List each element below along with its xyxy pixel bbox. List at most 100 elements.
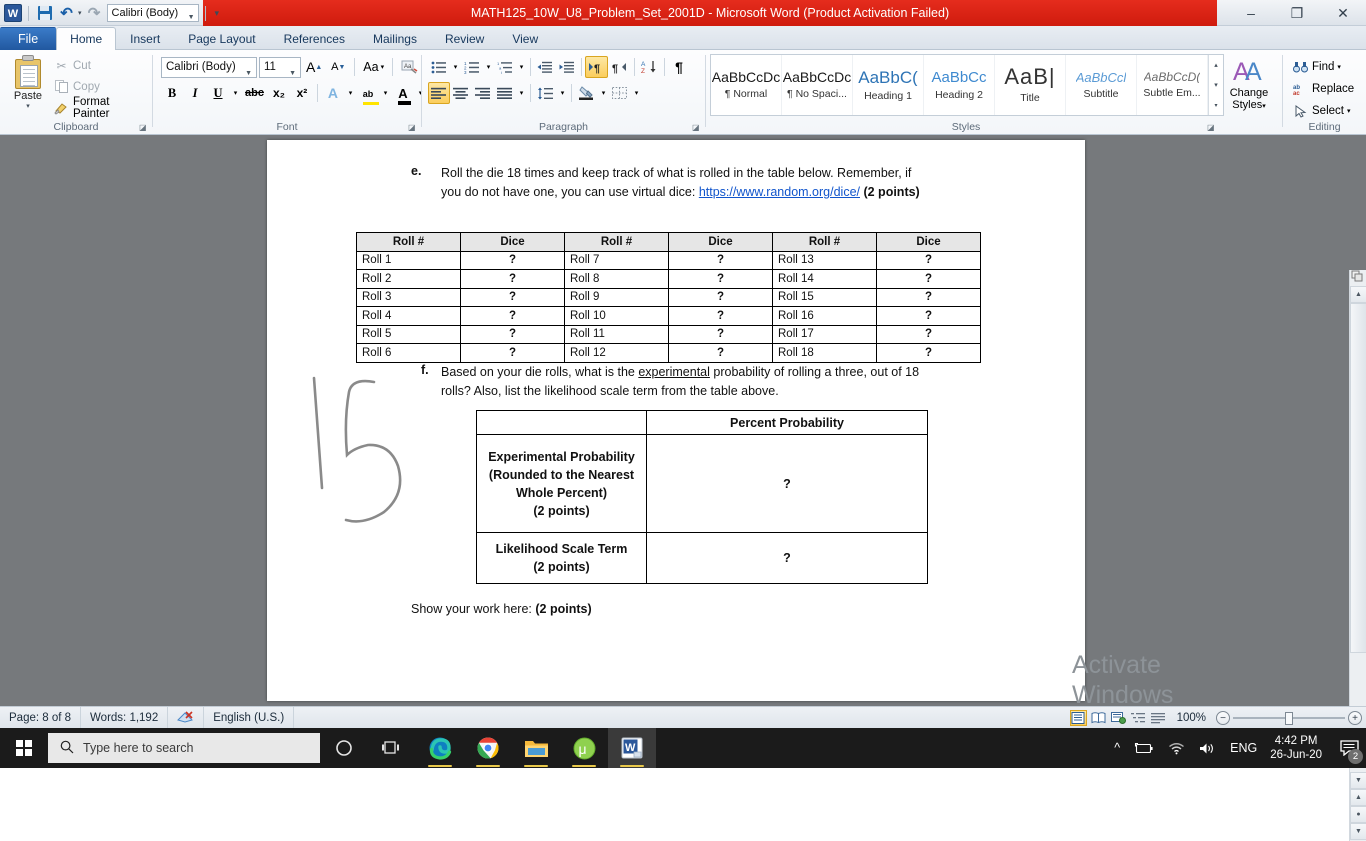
dice-value[interactable]: ? — [460, 343, 565, 363]
font-dialog-launcher[interactable]: ◪ — [408, 123, 417, 132]
tab-review[interactable]: Review — [431, 27, 498, 50]
highlight-dropdown-arrow[interactable]: ▾ — [380, 82, 391, 104]
justify-dropdown-arrow[interactable]: ▾ — [516, 82, 527, 104]
style-heading-1[interactable]: AaBbC( Heading 1 — [853, 55, 924, 115]
undo-dropdown-arrow[interactable]: ▾ — [78, 9, 82, 17]
next-page-button[interactable]: ▼ — [1350, 823, 1366, 840]
replace-button[interactable]: ab ac Replace — [1287, 78, 1358, 100]
paragraph-dialog-launcher[interactable]: ◪ — [692, 123, 701, 132]
tab-view[interactable]: View — [498, 27, 552, 50]
dice-value[interactable]: ? — [876, 287, 981, 307]
borders-dropdown-arrow[interactable]: ▾ — [631, 82, 642, 104]
numbering-dropdown-arrow[interactable]: ▾ — [483, 56, 494, 78]
word-logo-icon[interactable]: W — [4, 4, 22, 22]
text-effects-dropdown-arrow[interactable]: ▾ — [345, 82, 356, 104]
paste-button[interactable]: Paste ▾ — [6, 55, 50, 110]
clock[interactable]: 4:42 PM 26-Jun-20 — [1264, 734, 1332, 762]
scrollbar-thumb[interactable] — [1350, 303, 1366, 653]
zoom-level-label[interactable]: 100% — [1170, 712, 1213, 724]
font-size-select[interactable]: 11 ▼ — [259, 56, 301, 78]
taskbar-app-microsoft-edge[interactable] — [416, 728, 464, 768]
shading-dropdown-arrow[interactable]: ▾ — [598, 82, 609, 104]
find-button[interactable]: Find ▾ — [1287, 56, 1358, 78]
probability-table[interactable]: Percent Probability Experimental Probabi… — [476, 410, 928, 584]
dice-value[interactable]: ? — [876, 324, 981, 344]
text-effects-button[interactable]: A — [322, 82, 344, 104]
superscript-button[interactable]: x² — [291, 82, 313, 104]
change-styles-button[interactable]: AA Change Styles▾ — [1222, 56, 1276, 113]
dice-value[interactable]: ? — [668, 343, 773, 363]
style-title[interactable]: AaB| Title — [995, 55, 1066, 115]
tab-insert[interactable]: Insert — [116, 27, 174, 50]
sort-icon[interactable]: AZ — [638, 56, 661, 78]
task-view-icon[interactable] — [368, 728, 416, 768]
taskbar-app-microsoft-word[interactable]: W — [608, 728, 656, 768]
text-highlight-color-button[interactable]: ab — [357, 82, 379, 105]
increase-indent-icon[interactable] — [556, 56, 578, 78]
clipboard-dialog-launcher[interactable]: ◪ — [139, 123, 148, 132]
document-canvas[interactable]: e. Roll the die 18 times and keep track … — [0, 135, 1366, 841]
tab-page-layout[interactable]: Page Layout — [174, 27, 269, 50]
decrease-indent-icon[interactable] — [534, 56, 556, 78]
dice-value[interactable]: ? — [460, 250, 565, 270]
full-screen-reading-view-button[interactable] — [1090, 710, 1107, 726]
dice-value[interactable]: ? — [668, 287, 773, 307]
likelihood-scale-term-value[interactable]: ? — [646, 532, 928, 584]
multilevel-list-icon[interactable]: 1ai — [494, 56, 516, 78]
redo-button[interactable]: ↷ — [85, 4, 104, 23]
tab-file[interactable]: File — [0, 27, 57, 50]
align-center-icon[interactable] — [450, 82, 472, 104]
wifi-icon[interactable] — [1161, 742, 1192, 755]
styles-scroll-down-button[interactable]: ▾ — [1209, 75, 1223, 95]
outline-view-button[interactable] — [1130, 710, 1147, 726]
random-org-dice-link[interactable]: https://www.random.org/dice/ — [699, 185, 860, 199]
tab-references[interactable]: References — [270, 27, 359, 50]
numbering-icon[interactable]: 123 — [461, 56, 483, 78]
borders-icon[interactable] — [609, 82, 631, 104]
start-button[interactable] — [0, 728, 48, 768]
dice-value[interactable]: ? — [460, 306, 565, 326]
styles-more-button[interactable]: ▾ — [1209, 95, 1223, 115]
shading-icon[interactable] — [575, 82, 598, 104]
multilevel-dropdown-arrow[interactable]: ▾ — [516, 56, 527, 78]
cut-button[interactable]: ✂ Cut — [50, 55, 152, 76]
show-formatting-marks-icon[interactable]: ¶ — [668, 56, 690, 78]
view-ruler-icon[interactable] — [1349, 269, 1365, 284]
align-left-icon[interactable] — [428, 82, 450, 104]
select-browse-object-button[interactable]: ● — [1350, 806, 1366, 823]
underline-dropdown-arrow[interactable]: ▾ — [230, 82, 241, 104]
tab-home[interactable]: Home — [56, 27, 117, 50]
grow-font-button[interactable]: A ▲ — [303, 56, 325, 78]
dice-value[interactable]: ? — [668, 324, 773, 344]
font-name-select[interactable]: Calibri (Body) ▼ — [161, 56, 257, 78]
taskbar-app-file-explorer[interactable] — [512, 728, 560, 768]
zoom-out-button[interactable]: − — [1216, 711, 1230, 725]
document-page[interactable]: e. Roll the die 18 times and keep track … — [267, 140, 1173, 755]
experimental-probability-value[interactable]: ? — [646, 434, 928, 533]
style-no-spacing[interactable]: AaBbCcDc ¶ No Spaci... — [782, 55, 853, 115]
dice-value[interactable]: ? — [668, 250, 773, 270]
tab-mailings[interactable]: Mailings — [359, 27, 431, 50]
style-normal[interactable]: AaBbCcDc ¶ Normal — [711, 55, 782, 115]
rtl-text-direction-icon[interactable]: ¶ — [608, 56, 631, 78]
page-number-status[interactable]: Page: 8 of 8 — [0, 706, 82, 729]
line-spacing-icon[interactable] — [534, 82, 557, 104]
dice-value[interactable]: ? — [876, 250, 981, 270]
notification-center-button[interactable]: 2 — [1332, 728, 1366, 768]
style-heading-2[interactable]: AaBbCc Heading 2 — [924, 55, 995, 115]
minimize-button[interactable]: – — [1228, 0, 1274, 26]
underline-button[interactable]: U — [207, 82, 229, 104]
dice-value[interactable]: ? — [876, 269, 981, 289]
close-button[interactable]: ✕ — [1320, 0, 1366, 26]
dice-value[interactable]: ? — [460, 269, 565, 289]
ltr-text-direction-icon[interactable]: ¶ — [585, 56, 608, 78]
scroll-down-button[interactable]: ▼ — [1350, 772, 1366, 789]
dice-value[interactable]: ? — [876, 343, 981, 363]
web-layout-view-button[interactable] — [1110, 710, 1127, 726]
bullets-icon[interactable] — [428, 56, 450, 78]
volume-icon[interactable] — [1192, 742, 1223, 755]
zoom-in-button[interactable]: + — [1348, 711, 1362, 725]
styles-dialog-launcher[interactable]: ◪ — [1207, 123, 1216, 132]
line-spacing-dropdown-arrow[interactable]: ▾ — [557, 82, 568, 104]
dice-value[interactable]: ? — [668, 269, 773, 289]
